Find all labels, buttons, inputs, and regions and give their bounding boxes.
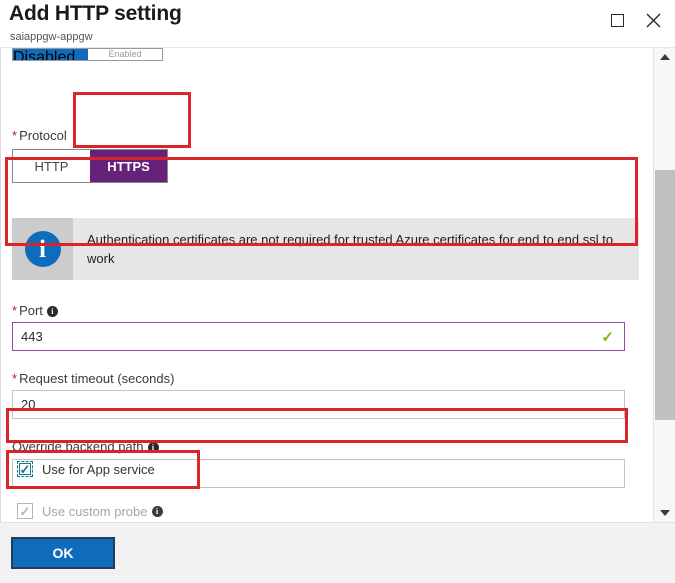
info-icon: i	[25, 231, 61, 267]
port-label: *Porti	[12, 303, 58, 318]
scroll-down-arrow[interactable]	[654, 504, 675, 522]
close-x-glyph	[646, 13, 661, 28]
close-icon[interactable]	[637, 5, 669, 35]
top-cutoff-toggle[interactable]: Disabled Enabled	[12, 48, 163, 61]
info-banner: i Authentication certificates are not re…	[12, 218, 639, 280]
use-custom-probe-info-icon[interactable]: i	[152, 506, 163, 517]
override-backend-path-label-text: Override backend path	[12, 439, 144, 454]
use-for-app-service-row[interactable]: ✓ Use for App service	[17, 461, 155, 477]
checkmark-icon: ✓	[20, 463, 31, 476]
info-banner-message: Authentication certificates are not requ…	[73, 218, 639, 269]
port-valid-check-icon: ✓	[601, 328, 614, 346]
protocol-option-http[interactable]: HTTP	[13, 150, 90, 182]
protocol-label: *Protocol	[12, 128, 67, 143]
page-subtitle: saiappgw-appgw	[10, 31, 93, 43]
port-label-text: Port	[19, 303, 43, 318]
maximize-square-glyph	[611, 14, 624, 27]
triangle-up-icon	[660, 54, 670, 60]
use-custom-probe-checkbox[interactable]: ✓	[17, 503, 33, 519]
port-input-value: 443	[21, 329, 601, 344]
form-content: Disabled Enabled *Protocol HTTP HTTPS i …	[1, 48, 653, 522]
request-timeout-input[interactable]: 20	[12, 390, 625, 419]
dialog-footer: OK	[0, 522, 675, 583]
protocol-label-text: Protocol	[19, 128, 67, 143]
override-backend-path-info-icon[interactable]: i	[148, 442, 159, 453]
dialog-scroll-area: Disabled Enabled *Protocol HTTP HTTPS i …	[0, 48, 675, 522]
port-info-icon[interactable]: i	[47, 306, 58, 317]
checkmark-icon: ✓	[20, 505, 31, 518]
protocol-option-https[interactable]: HTTPS	[90, 150, 167, 182]
port-input[interactable]: 443 ✓	[12, 322, 625, 351]
dialog-header: Add HTTP setting saiappgw-appgw	[0, 0, 675, 48]
request-timeout-required-marker: *	[12, 371, 17, 386]
top-toggle-option-right[interactable]: Enabled	[88, 49, 162, 60]
request-timeout-label-text: Request timeout (seconds)	[19, 371, 174, 386]
port-required-marker: *	[12, 303, 17, 318]
use-for-app-service-checkbox[interactable]: ✓	[17, 461, 33, 477]
triangle-down-icon	[660, 510, 670, 516]
override-backend-path-label: Override backend path i	[12, 439, 159, 454]
page-title: Add HTTP setting	[9, 2, 182, 26]
ok-button[interactable]: OK	[11, 537, 115, 569]
top-toggle-option-left[interactable]: Disabled	[13, 49, 88, 60]
info-banner-icon-cell: i	[12, 218, 73, 280]
use-custom-probe-row[interactable]: ✓ Use custom probe i	[17, 503, 163, 519]
add-http-setting-dialog: Add HTTP setting saiappgw-appgw Disabled…	[0, 0, 675, 583]
vertical-scrollbar[interactable]	[653, 48, 675, 522]
scrollbar-thumb[interactable]	[655, 170, 675, 420]
protocol-toggle[interactable]: HTTP HTTPS	[12, 149, 168, 183]
request-timeout-label: *Request timeout (seconds)	[12, 371, 174, 386]
maximize-icon[interactable]	[601, 5, 633, 35]
request-timeout-input-value: 20	[21, 397, 616, 412]
protocol-required-marker: *	[12, 128, 17, 143]
use-for-app-service-label: Use for App service	[42, 462, 155, 477]
use-custom-probe-label: Use custom probe	[42, 504, 148, 519]
scroll-up-arrow[interactable]	[654, 48, 675, 66]
